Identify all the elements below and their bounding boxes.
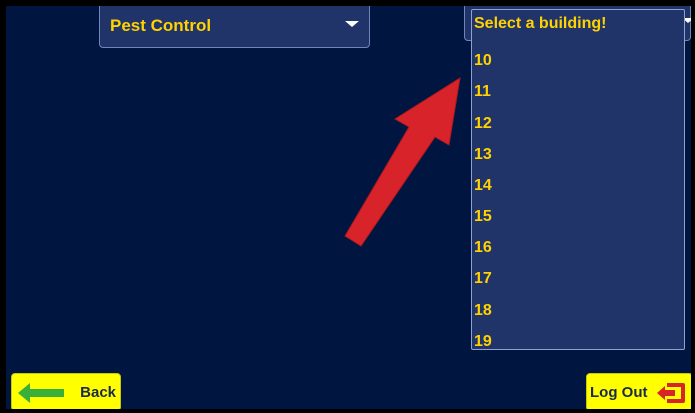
building-option[interactable]: 10 [474, 45, 679, 76]
category-select-value: Pest Control [110, 16, 212, 35]
building-option[interactable]: 19 [474, 326, 679, 349]
building-option[interactable]: 11 [474, 76, 679, 107]
building-option[interactable]: 18 [474, 295, 679, 326]
chevron-down-icon [345, 21, 359, 27]
building-dropdown-list: Select a building! 10 11 12 13 14 15 16 … [471, 9, 685, 350]
building-select-placeholder[interactable]: Select a building! [474, 15, 606, 33]
logout-button-label: Log Out [590, 384, 648, 401]
exit-icon [657, 383, 685, 403]
back-button[interactable]: Back [11, 373, 121, 409]
category-select[interactable]: Pest Control [99, 6, 370, 48]
building-option[interactable]: 13 [474, 139, 679, 170]
building-option[interactable]: 12 [474, 108, 679, 139]
logout-button[interactable]: Log Out [586, 373, 691, 409]
app-screen: Pest Control Select a building! 10 11 12… [6, 6, 691, 409]
back-button-label: Back [80, 384, 116, 401]
building-option[interactable]: 14 [474, 170, 679, 201]
building-option[interactable]: 15 [474, 201, 679, 232]
building-option[interactable]: 16 [474, 232, 679, 263]
building-option[interactable]: 17 [474, 263, 679, 294]
left-arrow-icon [18, 383, 64, 403]
